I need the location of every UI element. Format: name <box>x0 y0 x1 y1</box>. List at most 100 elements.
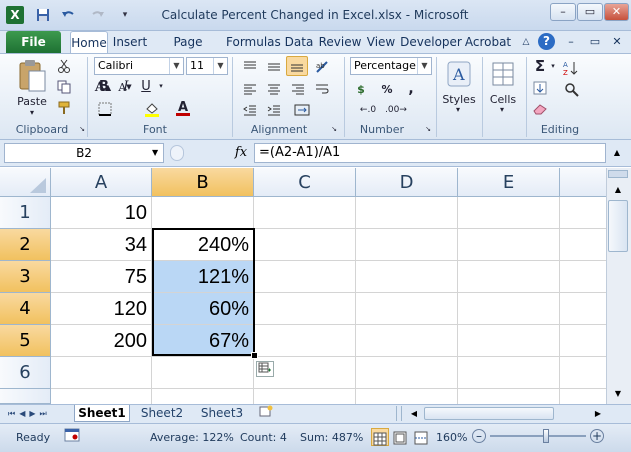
sheet-tab-3[interactable]: Sheet3 <box>194 405 250 422</box>
tab-acrobat[interactable]: Acrobat <box>464 31 512 53</box>
restore-button[interactable]: ▭ <box>577 3 603 21</box>
cell-a3[interactable]: 75 <box>51 261 152 293</box>
cells-icon[interactable] <box>486 58 520 90</box>
minimize-ribbon-icon[interactable]: △ <box>518 31 534 53</box>
vertical-scroll-thumb[interactable] <box>608 200 628 252</box>
scroll-down-icon[interactable]: ▼ <box>608 386 628 402</box>
select-all-corner[interactable] <box>0 168 51 197</box>
orientation-icon[interactable]: ab <box>312 58 332 76</box>
tab-developer[interactable]: Developer <box>400 31 462 53</box>
workbook-close-icon[interactable]: ✕ <box>606 31 628 53</box>
row-header-7[interactable] <box>0 389 51 404</box>
underline-dropdown-icon[interactable]: ▾ <box>156 77 166 95</box>
cell-a5[interactable]: 200 <box>51 325 152 357</box>
format-painter-icon[interactable] <box>56 100 72 116</box>
align-bottom-icon[interactable] <box>286 56 308 76</box>
currency-button[interactable]: $ <box>352 80 370 98</box>
tab-view[interactable]: View <box>366 31 396 53</box>
font-size-combo[interactable]: 11 ▼ <box>186 57 228 75</box>
paste-dropdown-icon[interactable]: ▾ <box>22 107 42 117</box>
borders-icon[interactable] <box>96 100 114 118</box>
column-header-f-partial[interactable] <box>560 168 606 197</box>
row-header-3[interactable]: 3 <box>0 261 51 293</box>
align-left-icon[interactable] <box>240 80 260 98</box>
autosum-dropdown-icon[interactable]: ▾ <box>548 57 558 75</box>
horizontal-scroll-thumb[interactable] <box>424 407 554 420</box>
insert-function-button[interactable]: fx <box>230 143 252 163</box>
cell-b6[interactable] <box>152 357 254 389</box>
undo-icon[interactable] <box>56 6 80 24</box>
column-header-b[interactable]: B <box>152 168 254 197</box>
tab-data[interactable]: Data <box>284 31 314 53</box>
cell-a1[interactable]: 10 <box>51 197 152 229</box>
align-center-icon[interactable] <box>264 80 284 98</box>
font-color-icon[interactable]: A <box>174 100 192 118</box>
cut-icon[interactable] <box>56 58 72 74</box>
align-top-icon[interactable] <box>240 58 260 76</box>
workbook-minimize-icon[interactable]: – <box>560 31 582 53</box>
merge-center-icon[interactable] <box>290 101 314 119</box>
percent-button[interactable]: % <box>378 80 396 98</box>
sheet-tab-1[interactable]: Sheet1 <box>74 405 130 422</box>
chevron-down-icon[interactable]: ▼ <box>213 58 227 74</box>
align-right-icon[interactable] <box>288 80 308 98</box>
tab-home[interactable]: Home <box>70 31 108 53</box>
split-box[interactable] <box>608 170 628 178</box>
sheet-tab-2[interactable]: Sheet2 <box>134 405 190 422</box>
alignment-launcher-icon[interactable]: ↘ <box>330 124 338 134</box>
increase-indent-icon[interactable] <box>264 101 284 119</box>
redo-icon[interactable] <box>86 6 110 24</box>
cells-dropdown-icon[interactable]: ▾ <box>494 104 510 114</box>
name-box-dropdown-icon[interactable]: ▼ <box>152 148 162 158</box>
insert-sheet-icon[interactable] <box>256 405 276 422</box>
styles-icon[interactable]: A <box>442 58 476 90</box>
fill-handle[interactable] <box>251 352 258 359</box>
cell-b3[interactable]: 121% <box>152 261 254 293</box>
cell-a6[interactable] <box>51 357 152 389</box>
workbook-restore-icon[interactable]: ▭ <box>584 31 606 53</box>
increase-decimal-icon[interactable]: ←.0 <box>356 101 380 119</box>
clipboard-launcher-icon[interactable]: ↘ <box>78 124 86 134</box>
column-header-d[interactable]: D <box>356 168 458 197</box>
column-header-c[interactable]: C <box>254 168 356 197</box>
cell-b4[interactable]: 60% <box>152 293 254 325</box>
comma-button[interactable]: , <box>402 80 420 98</box>
row-header-2[interactable]: 2 <box>0 229 51 261</box>
cell-b2[interactable]: 240% <box>152 229 254 261</box>
expand-formula-bar-icon[interactable]: ▲ <box>608 145 626 161</box>
row-header-1[interactable]: 1 <box>0 197 51 229</box>
zoom-level[interactable]: 160% <box>436 423 467 452</box>
zoom-in-icon[interactable]: + <box>590 429 604 443</box>
tab-split-bar[interactable] <box>396 406 402 421</box>
autosum-icon[interactable]: Σ <box>530 57 550 75</box>
align-middle-icon[interactable] <box>264 58 284 76</box>
sort-filter-icon[interactable]: AZ <box>560 57 582 79</box>
page-break-view-icon[interactable] <box>413 428 431 446</box>
cell-a2[interactable]: 34 <box>51 229 152 261</box>
italic-button[interactable]: I <box>118 77 134 95</box>
tab-file[interactable]: File <box>6 31 61 53</box>
row-header-6[interactable]: 6 <box>0 357 51 389</box>
customize-qat-icon[interactable]: ▾ <box>118 6 132 24</box>
number-format-combo[interactable]: Percentage ▼ <box>350 57 432 75</box>
cell-b1[interactable] <box>152 197 254 229</box>
auto-fill-options-icon[interactable] <box>256 361 274 377</box>
decrease-indent-icon[interactable] <box>240 101 260 119</box>
minimize-button[interactable]: – <box>550 3 576 21</box>
tab-formulas[interactable]: Formulas <box>226 31 281 53</box>
fill-color-icon[interactable] <box>143 100 161 118</box>
decrease-decimal-icon[interactable]: .00→ <box>384 101 408 119</box>
tab-review[interactable]: Review <box>318 31 362 53</box>
column-header-e[interactable]: E <box>458 168 560 197</box>
column-header-a[interactable]: A <box>51 168 152 197</box>
scroll-left-icon[interactable]: ◀ <box>406 406 422 421</box>
cell-b5[interactable]: 67% <box>152 325 254 357</box>
find-select-icon[interactable] <box>562 80 582 100</box>
font-name-combo[interactable]: Calibri ▼ <box>94 57 184 75</box>
scroll-right-icon[interactable]: ▶ <box>590 406 606 421</box>
zoom-slider-track[interactable] <box>490 435 586 437</box>
row-header-4[interactable]: 4 <box>0 293 51 325</box>
normal-view-icon[interactable] <box>371 428 389 446</box>
chevron-down-icon[interactable]: ▼ <box>169 58 183 74</box>
styles-dropdown-icon[interactable]: ▾ <box>450 104 466 114</box>
